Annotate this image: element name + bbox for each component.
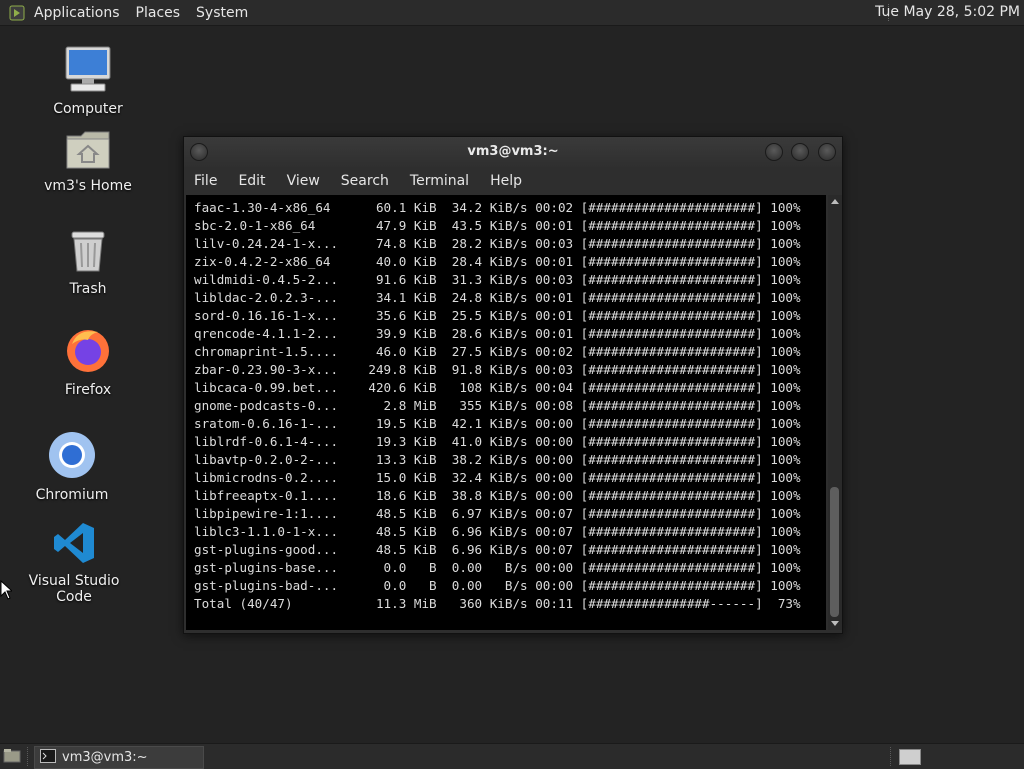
terminal-line: liblrdf-0.6.1-4-... 19.3 KiB 41.0 KiB/s … — [194, 434, 801, 449]
bottom-panel: vm3@vm3:~ — [0, 743, 1024, 769]
menu-help[interactable]: Help — [490, 173, 522, 189]
scroll-down-icon[interactable] — [831, 621, 839, 626]
desktop-icon-trash[interactable]: Trash — [33, 229, 143, 297]
show-desktop-icon[interactable] — [2, 747, 22, 765]
panel-separator — [890, 747, 892, 766]
terminal-line: libavtp-0.2.0-2-... 13.3 KiB 38.2 KiB/s … — [194, 452, 801, 467]
terminal-line: Total (40/47) 11.3 MiB 360 KiB/s 00:11 [… — [194, 596, 801, 611]
minimize-button[interactable] — [765, 143, 783, 161]
terminal-menubar: File Edit View Search Terminal Help — [184, 167, 842, 195]
terminal-line: libcaca-0.99.bet... 420.6 KiB 108 KiB/s … — [194, 380, 801, 395]
mouse-cursor-icon — [0, 580, 12, 600]
scroll-up-icon[interactable] — [831, 199, 839, 204]
home-folder-icon — [33, 128, 143, 174]
terminal-line: libfreeaptx-0.1.... 18.6 KiB 38.8 KiB/s … — [194, 488, 801, 503]
desktop-icon-label: Visual Studio Code — [28, 573, 120, 605]
workspace-switcher[interactable] — [899, 749, 921, 765]
terminal-line: sbc-2.0-1-x86_64 47.9 KiB 43.5 KiB/s 00:… — [194, 218, 801, 233]
desktop-icon-chromium[interactable]: Chromium — [17, 431, 127, 503]
clock[interactable]: Tue May 28, 5:02 PM — [875, 4, 1020, 20]
terminal-lines: faac-1.30-4-x86_64 60.1 KiB 34.2 KiB/s 0… — [194, 199, 801, 613]
taskbar-window-terminal[interactable]: vm3@vm3:~ — [34, 746, 204, 769]
menu-view[interactable]: View — [287, 173, 320, 189]
desktop-icon-label: Computer — [53, 101, 123, 117]
top-panel: Applications Places System Tue May 28, 5… — [0, 0, 1024, 26]
terminal-line: gnome-podcasts-0... 2.8 MiB 355 KiB/s 00… — [194, 398, 801, 413]
desktop-icon-vscode[interactable]: Visual Studio Code — [19, 521, 129, 605]
terminal-icon — [40, 748, 56, 767]
menu-search[interactable]: Search — [341, 173, 389, 189]
terminal-line: chromaprint-1.5.... 46.0 KiB 27.5 KiB/s … — [194, 344, 801, 359]
terminal-line: lilv-0.24.24-1-x... 74.8 KiB 28.2 KiB/s … — [194, 236, 801, 251]
terminal-line: gst-plugins-good... 48.5 KiB 6.96 KiB/s … — [194, 542, 801, 557]
terminal-line: libpipewire-1:1.... 48.5 KiB 6.97 KiB/s … — [194, 506, 801, 521]
menu-terminal[interactable]: Terminal — [410, 173, 469, 189]
computer-icon — [33, 45, 143, 97]
maximize-button[interactable] — [791, 143, 809, 161]
menu-file[interactable]: File — [194, 173, 217, 189]
menu-system[interactable]: System — [196, 5, 248, 21]
panel-separator — [27, 747, 29, 766]
applications-menu-icon[interactable] — [8, 4, 26, 22]
terminal-line: qrencode-4.1.1-2... 39.9 KiB 28.6 KiB/s … — [194, 326, 801, 341]
terminal-line: zbar-0.23.90-3-x... 249.8 KiB 91.8 KiB/s… — [194, 362, 801, 377]
terminal-output[interactable]: faac-1.30-4-x86_64 60.1 KiB 34.2 KiB/s 0… — [186, 195, 826, 630]
trash-icon — [33, 229, 143, 277]
desktop-icon-firefox[interactable]: Firefox — [33, 326, 143, 398]
terminal-line: sord-0.16.16-1-x... 35.6 KiB 25.5 KiB/s … — [194, 308, 801, 323]
chromium-icon — [17, 431, 127, 483]
terminal-line: libmicrodns-0.2.... 15.0 KiB 32.4 KiB/s … — [194, 470, 801, 485]
terminal-line: sratom-0.6.16-1-... 19.5 KiB 42.1 KiB/s … — [194, 416, 801, 431]
window-titlebar[interactable]: vm3@vm3:~ — [184, 137, 842, 167]
desktop-icon-label: Trash — [69, 281, 107, 297]
terminal-scrollbar[interactable] — [828, 195, 842, 630]
terminal-line: faac-1.30-4-x86_64 60.1 KiB 34.2 KiB/s 0… — [194, 200, 801, 215]
terminal-line: liblc3-1.1.0-1-x... 48.5 KiB 6.96 KiB/s … — [194, 524, 801, 539]
vscode-icon — [19, 521, 129, 569]
menu-applications[interactable]: Applications — [34, 5, 120, 21]
firefox-icon — [33, 326, 143, 378]
terminal-line: wildmidi-0.4.5-2... 91.6 KiB 31.3 KiB/s … — [194, 272, 801, 287]
desktop-icon-computer[interactable]: Computer — [33, 45, 143, 117]
desktop-icon-home[interactable]: vm3's Home — [33, 128, 143, 194]
menu-edit[interactable]: Edit — [238, 173, 265, 189]
terminal-line: zix-0.4.2-2-x86_64 40.0 KiB 28.4 KiB/s 0… — [194, 254, 801, 269]
window-title: vm3@vm3:~ — [467, 144, 559, 159]
desktop-icon-label: vm3's Home — [44, 178, 132, 194]
desktop-icon-label: Firefox — [64, 382, 112, 398]
taskbar-window-label: vm3@vm3:~ — [62, 750, 148, 765]
terminal-line: gst-plugins-base... 0.0 B 0.00 B/s 00:00… — [194, 560, 801, 575]
terminal-line: libldac-2.0.2.3-... 34.1 KiB 24.8 KiB/s … — [194, 290, 801, 305]
desktop-icon-label: Chromium — [35, 487, 109, 503]
terminal-window[interactable]: vm3@vm3:~ File Edit View Search Terminal… — [183, 136, 843, 634]
close-button[interactable] — [818, 143, 836, 161]
menu-places[interactable]: Places — [136, 5, 181, 21]
scrollbar-thumb[interactable] — [830, 487, 839, 617]
terminal-line: gst-plugins-bad-... 0.0 B 0.00 B/s 00:00… — [194, 578, 801, 593]
